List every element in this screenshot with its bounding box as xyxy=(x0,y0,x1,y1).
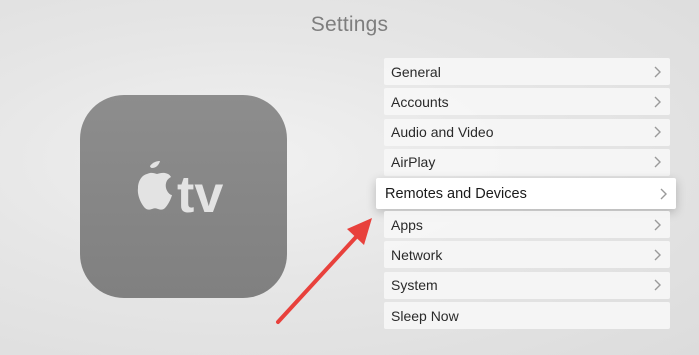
menu-item-label: Sleep Now xyxy=(391,307,459,324)
tv-logo-text: tv xyxy=(177,166,223,224)
chevron-right-icon xyxy=(646,279,670,291)
menu-item-label: Network xyxy=(391,246,443,263)
chevron-right-icon xyxy=(646,156,670,168)
chevron-right-icon xyxy=(652,188,676,200)
menu-item-network[interactable]: Network xyxy=(384,241,670,269)
menu-item-system[interactable]: System xyxy=(384,271,670,299)
chevron-right-icon xyxy=(646,126,670,138)
menu-item-label: Audio and Video xyxy=(391,124,494,141)
apple-tv-device-image: tv xyxy=(80,95,287,298)
menu-item-sleep-now[interactable]: Sleep Now xyxy=(384,302,670,330)
menu-item-accounts[interactable]: Accounts xyxy=(384,88,670,116)
menu-item-label: Remotes and Devices xyxy=(385,185,527,202)
menu-item-label: General xyxy=(391,63,441,80)
menu-item-label: System xyxy=(391,277,438,294)
chevron-right-icon xyxy=(646,66,670,78)
menu-item-audio-and-video[interactable]: Audio and Video xyxy=(384,118,670,146)
chevron-right-icon xyxy=(646,96,670,108)
menu-item-general[interactable]: General xyxy=(384,58,670,85)
menu-item-apps[interactable]: Apps xyxy=(384,211,670,239)
menu-item-label: Apps xyxy=(391,216,423,233)
chevron-right-icon xyxy=(646,219,670,231)
settings-menu: General Accounts Audio and Video AirPlay… xyxy=(376,58,676,332)
menu-item-airplay[interactable]: AirPlay xyxy=(384,148,670,176)
page-title: Settings xyxy=(310,13,389,36)
menu-item-label: AirPlay xyxy=(391,154,436,171)
menu-item-remotes-and-devices[interactable]: Remotes and Devices xyxy=(376,178,676,210)
apple-logo-icon xyxy=(137,161,172,210)
chevron-right-icon xyxy=(646,249,670,261)
menu-item-label: Accounts xyxy=(391,93,449,110)
